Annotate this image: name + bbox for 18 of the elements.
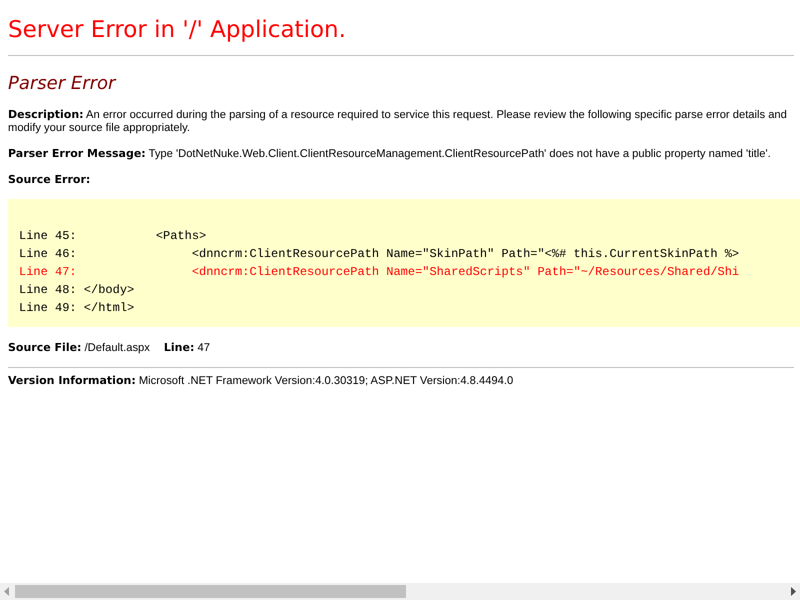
version-label: Version Information: (8, 374, 136, 387)
message-label: Parser Error Message: (8, 147, 146, 160)
source-file-value: /Default.aspx (84, 342, 150, 354)
message-text: Type 'DotNetNuke.Web.Client.ClientResourceManagement.ClientResourcePath' does not have a public property named 'title'. (148, 148, 771, 160)
line-value: 47 (197, 342, 210, 354)
page-title: Server Error in '/' Application. (8, 17, 347, 43)
line-label: Line: (164, 341, 194, 354)
error-heading: Parser Error (8, 73, 118, 94)
code-line: Line 46: <dnncrm:ClientResourcePath Name="SkinPath" Path="<%# this.CurrentSkinPath %> (19, 246, 740, 263)
version-text: Microsoft .NET Framework Version:4.0.30319; ASP.NET Version:4.8.4494.0 (138, 375, 514, 387)
code-line: Line 45: <Paths> (19, 228, 206, 245)
scrollbar-thumb[interactable] (15, 585, 406, 598)
description-paragraph: Description: An error occurred during the parsing of a resource required to service this request. Please review the following specific parse error details and modify your source file appropriately. (8, 108, 788, 135)
code-line: Line 49: </html> (19, 300, 134, 317)
source-error-label: Source Error: (8, 173, 90, 186)
source-file-label: Source File: (8, 341, 82, 354)
code-line: Line 47: <dnncrm:ClientResourcePath Name="SharedScripts" Path="~/Resources/Shared/Shi (19, 264, 740, 281)
code-line: Line 48: </body> (19, 282, 134, 299)
